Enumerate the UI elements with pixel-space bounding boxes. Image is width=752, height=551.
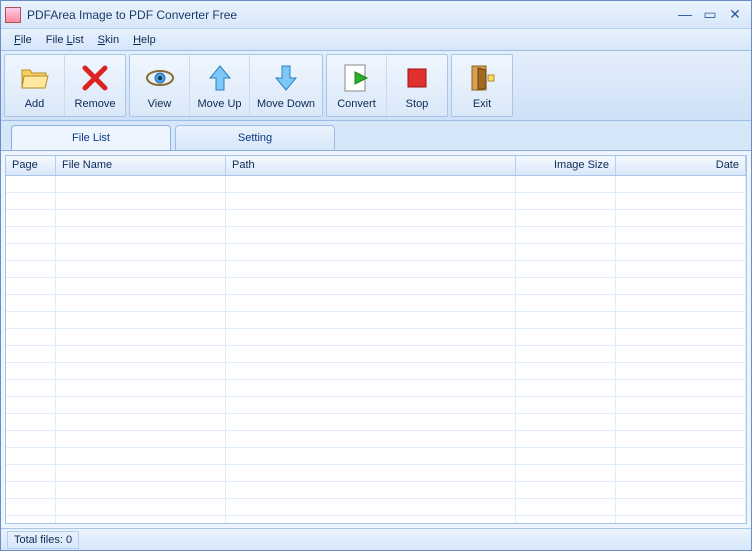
table-row[interactable] — [6, 346, 746, 363]
table-row[interactable] — [6, 210, 746, 227]
window-title: PDFArea Image to PDF Converter Free — [27, 8, 672, 22]
status-total-files: Total files: 0 — [7, 531, 79, 549]
table-row[interactable] — [6, 380, 746, 397]
table-row[interactable] — [6, 329, 746, 346]
stop-label: Stop — [406, 98, 429, 110]
menu-filelist[interactable]: File List — [39, 32, 91, 48]
menubar: File File List Skin Help — [1, 29, 751, 51]
folder-open-icon — [19, 62, 51, 94]
view-label: View — [148, 98, 172, 110]
app-icon — [5, 7, 21, 23]
file-list-grid: Page File Name Path Image Size Date — [5, 155, 747, 524]
column-filename[interactable]: File Name — [56, 156, 226, 175]
table-row[interactable] — [6, 261, 746, 278]
minimize-button[interactable]: — — [673, 7, 697, 23]
grid-body[interactable] — [6, 176, 746, 523]
table-row[interactable] — [6, 176, 746, 193]
view-button[interactable]: View — [130, 55, 190, 116]
content-area: Page File Name Path Image Size Date — [1, 150, 751, 528]
tab-bar: File List Setting — [1, 121, 751, 150]
table-row[interactable] — [6, 227, 746, 244]
arrow-up-icon — [204, 62, 236, 94]
column-imagesize[interactable]: Image Size — [516, 156, 616, 175]
table-row[interactable] — [6, 499, 746, 516]
menu-help[interactable]: Help — [126, 32, 163, 48]
convert-icon — [341, 62, 373, 94]
column-path[interactable]: Path — [226, 156, 516, 175]
moveup-button[interactable]: Move Up — [190, 55, 250, 116]
close-button[interactable]: ✕ — [723, 7, 747, 23]
convert-button[interactable]: Convert — [327, 55, 387, 116]
exit-button[interactable]: Exit — [452, 55, 512, 116]
table-row[interactable] — [6, 278, 746, 295]
add-button[interactable]: Add — [5, 55, 65, 116]
exit-door-icon — [466, 62, 498, 94]
toolbar-group-view: View Move Up Move Down — [129, 54, 323, 117]
stop-icon — [401, 62, 433, 94]
table-row[interactable] — [6, 363, 746, 380]
movedown-button[interactable]: Move Down — [250, 55, 322, 116]
table-row[interactable] — [6, 431, 746, 448]
add-label: Add — [25, 98, 45, 110]
column-page[interactable]: Page — [6, 156, 56, 175]
toolbar-group-exit: Exit — [451, 54, 513, 117]
grid-header: Page File Name Path Image Size Date — [6, 156, 746, 176]
menu-file[interactable]: File — [7, 32, 39, 48]
remove-x-icon — [79, 62, 111, 94]
table-row[interactable] — [6, 414, 746, 431]
titlebar: PDFArea Image to PDF Converter Free — ▭ … — [1, 1, 751, 29]
tab-setting[interactable]: Setting — [175, 125, 335, 150]
column-date[interactable]: Date — [616, 156, 746, 175]
table-row[interactable] — [6, 482, 746, 499]
table-row[interactable] — [6, 244, 746, 261]
tab-filelist[interactable]: File List — [11, 125, 171, 150]
table-row[interactable] — [6, 397, 746, 414]
exit-label: Exit — [473, 98, 491, 110]
remove-label: Remove — [75, 98, 116, 110]
eye-icon — [144, 62, 176, 94]
statusbar: Total files: 0 — [1, 528, 751, 550]
table-row[interactable] — [6, 465, 746, 482]
maximize-button[interactable]: ▭ — [698, 7, 722, 23]
toolbar: Add Remove View Move Up Move Down — [1, 51, 751, 121]
arrow-down-icon — [270, 62, 302, 94]
remove-button[interactable]: Remove — [65, 55, 125, 116]
table-row[interactable] — [6, 193, 746, 210]
movedown-label: Move Down — [257, 98, 315, 110]
table-row[interactable] — [6, 516, 746, 523]
convert-label: Convert — [337, 98, 376, 110]
table-row[interactable] — [6, 312, 746, 329]
toolbar-group-file: Add Remove — [4, 54, 126, 117]
table-row[interactable] — [6, 295, 746, 312]
menu-skin[interactable]: Skin — [91, 32, 126, 48]
toolbar-group-action: Convert Stop — [326, 54, 448, 117]
table-row[interactable] — [6, 448, 746, 465]
stop-button[interactable]: Stop — [387, 55, 447, 116]
moveup-label: Move Up — [197, 98, 241, 110]
